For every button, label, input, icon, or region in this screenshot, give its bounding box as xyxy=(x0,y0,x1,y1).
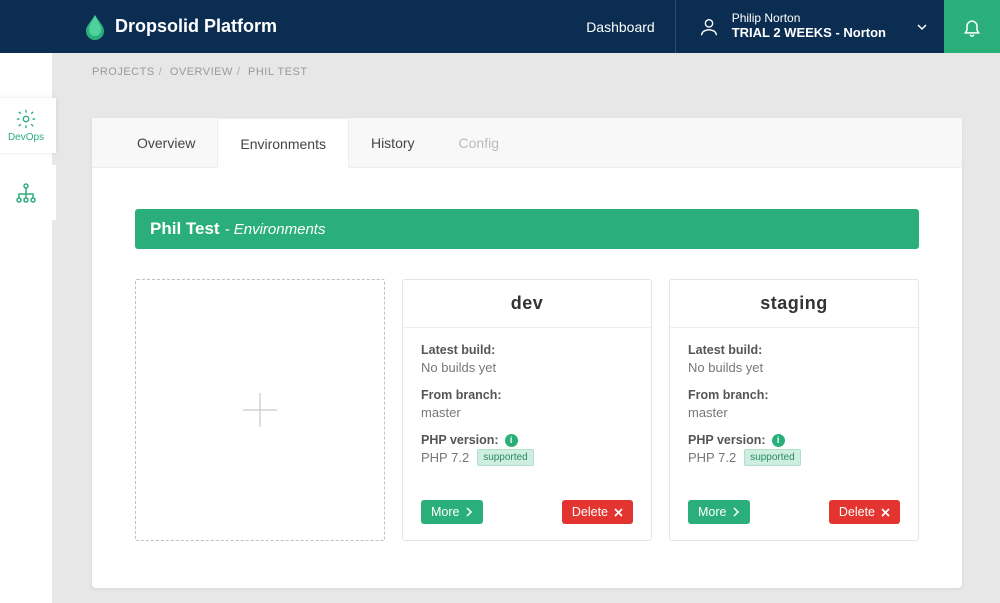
tabs: Overview Environments History Config xyxy=(92,118,962,168)
page-title-bar: Phil Test - Environments xyxy=(135,209,919,249)
more-button[interactable]: More xyxy=(421,500,483,524)
value-php: PHP 7.2 xyxy=(421,450,469,465)
chevron-down-icon xyxy=(916,21,928,33)
dashboard-link[interactable]: Dashboard xyxy=(566,19,675,35)
more-button[interactable]: More xyxy=(688,500,750,524)
profile-name: Philip Norton xyxy=(732,12,886,26)
value-branch: master xyxy=(688,405,900,420)
tab-overview[interactable]: Overview xyxy=(92,118,217,167)
label-php: PHP version: xyxy=(688,433,766,447)
side-nav: DevOps xyxy=(0,53,52,603)
profile-text: Philip Norton TRIAL 2 WEEKS - Norton xyxy=(732,12,886,41)
info-icon[interactable]: i xyxy=(772,434,785,447)
label-from-branch: From branch: xyxy=(421,388,633,402)
delete-button[interactable]: Delete xyxy=(829,500,900,524)
label-latest-build: Latest build: xyxy=(688,343,900,357)
value-build: No builds yet xyxy=(688,360,900,375)
notifications-button[interactable] xyxy=(944,0,1000,53)
close-icon xyxy=(614,508,623,517)
sidenav-devops[interactable]: DevOps xyxy=(0,98,56,153)
supported-badge: supported xyxy=(744,449,800,466)
chevron-right-icon xyxy=(465,507,473,517)
delete-button[interactable]: Delete xyxy=(562,500,633,524)
bell-icon xyxy=(962,17,982,37)
label-php: PHP version: xyxy=(421,433,499,447)
env-card-staging: staging Latest build: No builds yet From… xyxy=(669,279,919,541)
breadcrumb: PROJECTS/ OVERVIEW/ PHIL TEST xyxy=(92,66,308,78)
env-card-dev: dev Latest build: No builds yet From bra… xyxy=(402,279,652,541)
profile-org: TRIAL 2 WEEKS - Norton xyxy=(732,26,886,41)
value-branch: master xyxy=(421,405,633,420)
tab-history[interactable]: History xyxy=(349,118,437,167)
env-name: staging xyxy=(670,280,918,328)
label-latest-build: Latest build: xyxy=(421,343,633,357)
app-header: Dropsolid Platform Dashboard Philip Nort… xyxy=(0,0,1000,53)
close-icon xyxy=(881,508,890,517)
tab-environments[interactable]: Environments xyxy=(217,118,349,168)
page-subtitle: - Environments xyxy=(225,221,326,238)
chevron-right-icon xyxy=(732,507,740,517)
sidenav-item-2[interactable] xyxy=(0,165,56,220)
environments-grid: dev Latest build: No builds yet From bra… xyxy=(135,279,919,541)
gear-icon xyxy=(15,108,37,130)
profile-menu[interactable]: Philip Norton TRIAL 2 WEEKS - Norton xyxy=(675,0,944,53)
plus-icon xyxy=(237,387,283,433)
info-icon[interactable]: i xyxy=(505,434,518,447)
droplet-icon xyxy=(85,14,105,40)
user-icon xyxy=(698,16,720,38)
sidenav-devops-label: DevOps xyxy=(8,132,44,143)
crumb-overview[interactable]: OVERVIEW xyxy=(170,66,233,78)
env-name: dev xyxy=(403,280,651,328)
crumb-projects[interactable]: PROJECTS xyxy=(92,66,155,78)
brand[interactable]: Dropsolid Platform xyxy=(0,14,277,40)
value-php: PHP 7.2 xyxy=(688,450,736,465)
network-icon xyxy=(14,181,38,205)
label-from-branch: From branch: xyxy=(688,388,900,402)
value-build: No builds yet xyxy=(421,360,633,375)
tab-config: Config xyxy=(437,118,521,167)
project-name: Phil Test xyxy=(150,219,220,239)
main-card: Overview Environments History Config Phi… xyxy=(92,118,962,588)
crumb-current: PHIL TEST xyxy=(248,66,308,78)
add-environment-button[interactable] xyxy=(135,279,385,541)
supported-badge: supported xyxy=(477,449,533,466)
brand-label: Dropsolid Platform xyxy=(115,16,277,37)
